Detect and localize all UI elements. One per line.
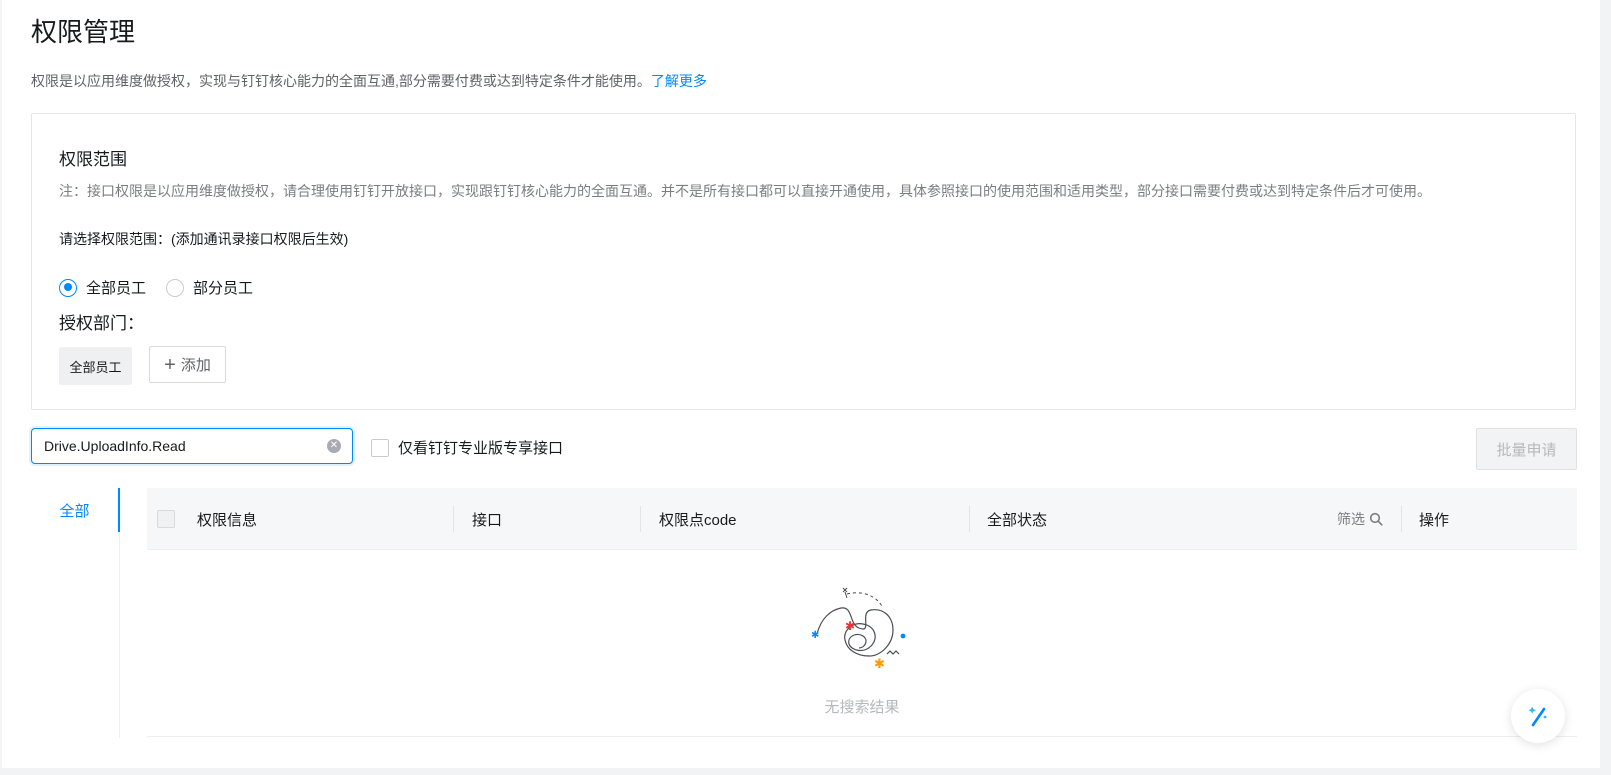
batch-apply-button[interactable]: 批量申请 [1476, 428, 1577, 470]
filter-label: 筛选 [1337, 511, 1365, 527]
page-description-text: 权限是以应用维度做授权，实现与钉钉核心能力的全面互通,部分需要付费或达到特定条件… [31, 73, 651, 89]
pro-only-label: 仅看钉钉专业版专享接口 [398, 440, 564, 457]
col-api: 接口 [472, 511, 503, 529]
add-dept-label: 添加 [180, 357, 211, 374]
pro-only-checkbox[interactable]: 仅看钉钉专业版专享接口 [371, 437, 563, 458]
scope-radio-group: 全部员工 部分员工 [59, 277, 273, 298]
column-divider [1401, 506, 1402, 532]
empty-result-text: 无搜索结果 [824, 699, 900, 716]
tab-all[interactable]: 全部 [31, 488, 120, 532]
col-status: 全部状态 [987, 511, 1048, 529]
column-divider [969, 506, 970, 532]
empty-result-illustration: ✱ ✱ ✱ [811, 587, 906, 672]
side-tabs: 全部 [31, 488, 120, 738]
learn-more-link[interactable]: 了解更多 [651, 73, 707, 89]
page-title: 权限管理 [31, 17, 136, 47]
radio-unchecked-icon [166, 278, 185, 297]
col-info: 权限信息 [197, 511, 258, 529]
svg-text:✱: ✱ [874, 657, 885, 672]
page-container: 权限管理 权限是以应用维度做授权，实现与钉钉核心能力的全面互通,部分需要付费或达… [2, 0, 1600, 768]
radio-partial-label: 部分员工 [193, 280, 254, 297]
status-filter-button[interactable]: 筛选 [1337, 488, 1383, 550]
scope-note: 注：接口权限是以应用维度做授权，请合理使用钉钉开放接口，实现跟钉钉核心能力的全面… [59, 183, 1431, 199]
radio-checked-icon [59, 278, 77, 297]
page-description: 权限是以应用维度做授权，实现与钉钉核心能力的全面互通,部分需要付费或达到特定条件… [31, 71, 707, 91]
magic-wand-icon [1528, 706, 1547, 727]
search-icon [1369, 512, 1383, 526]
select-all-checkbox[interactable] [157, 510, 175, 528]
svg-text:✱: ✱ [811, 630, 819, 641]
assistant-fab-button[interactable] [1511, 689, 1565, 743]
clear-circle-icon[interactable]: ✕ [327, 439, 341, 453]
checkbox-icon [371, 438, 389, 457]
scope-card: 权限范围 注：接口权限是以应用维度做授权，请合理使用钉钉开放接口，实现跟钉钉核心… [31, 113, 1576, 410]
svg-text:✱: ✱ [845, 619, 855, 633]
column-divider [453, 506, 454, 532]
col-code: 权限点code [659, 511, 737, 529]
scope-select-prompt: 请选择权限范围：(添加通讯录接口权限后生效) [59, 231, 349, 247]
search-box: ✕ [31, 428, 353, 464]
radio-all-label: 全部员工 [86, 280, 147, 297]
empty-state: ✱ ✱ ✱ 无搜索结果 [147, 550, 1577, 737]
column-divider [640, 506, 641, 532]
auth-dept-label: 授权部门： [59, 314, 144, 333]
scope-title: 权限范围 [59, 150, 127, 169]
table-header: 权限信息 接口 权限点code 全部状态 筛选 操作 [147, 488, 1577, 550]
radio-all-employees[interactable]: 全部员工 [59, 277, 146, 298]
col-action: 操作 [1419, 511, 1450, 529]
search-input[interactable] [44, 436, 314, 456]
plus-icon: + [164, 353, 176, 376]
add-dept-button[interactable]: + 添加 [149, 346, 226, 383]
radio-partial-employees[interactable]: 部分员工 [166, 277, 253, 298]
permission-table: 权限信息 接口 权限点code 全部状态 筛选 操作 ✱ ✱ ✱ 无搜索结果 [147, 488, 1577, 738]
dept-tag-all: 全部员工 [59, 347, 132, 385]
